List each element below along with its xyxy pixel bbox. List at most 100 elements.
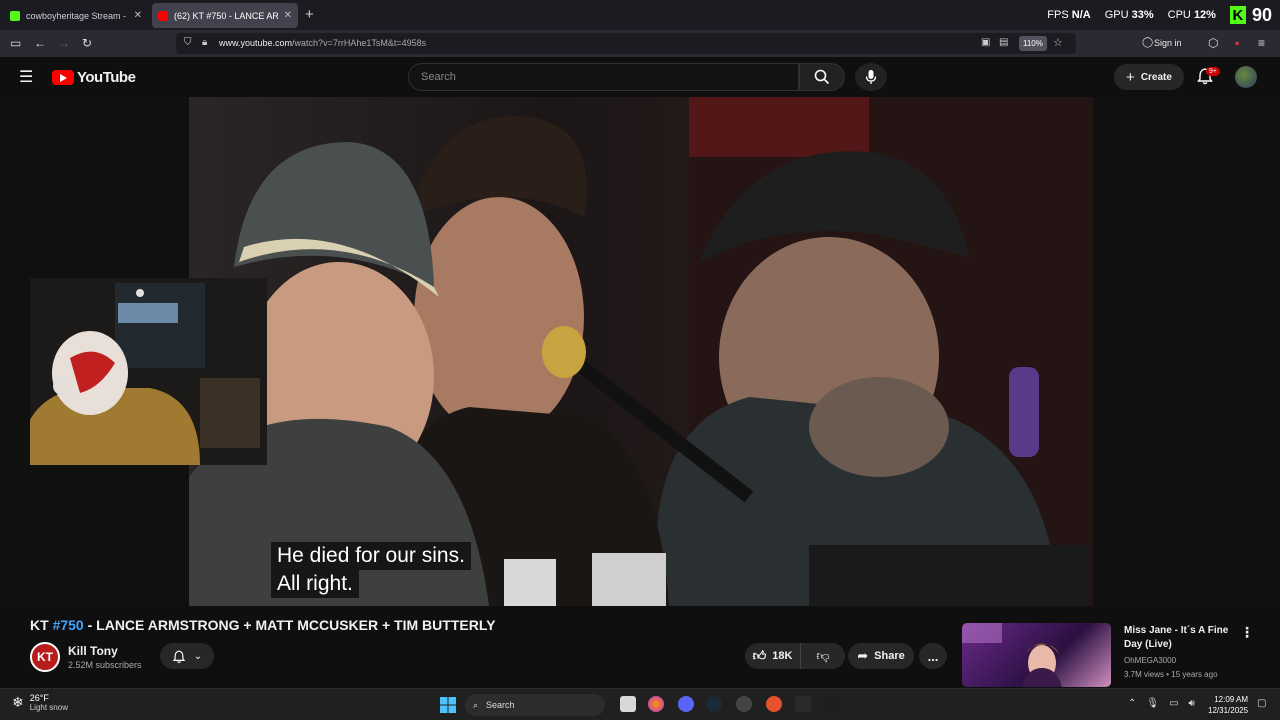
youtube-play-icon	[52, 70, 74, 85]
create-label: Create	[1140, 71, 1172, 83]
address-bar[interactable]: ⛉ 🔒︎ www.youtube.com/watch?v=7rrHAhe1TsM…	[176, 33, 1076, 54]
video-player[interactable]: He died for our sins. All right.	[0, 97, 1280, 606]
bookmark-star-icon[interactable]: ☆	[1053, 36, 1063, 49]
discord-icon[interactable]	[678, 696, 694, 712]
origin-icon[interactable]	[766, 696, 782, 712]
video-frame[interactable]	[189, 97, 1093, 606]
account-icon[interactable]: ◯	[1142, 37, 1153, 48]
dislike-button[interactable]: 👎︎	[801, 648, 845, 664]
recommended-video-thumbnail[interactable]	[962, 623, 1111, 687]
microphone-icon	[865, 70, 877, 84]
youtube-favicon-icon	[158, 10, 168, 21]
epic-games-icon[interactable]	[795, 696, 811, 712]
youtube-logo-text: YouTube	[77, 69, 136, 86]
back-arrow-icon[interactable]: ←	[34, 36, 46, 50]
channel-name[interactable]: Kill Tony	[68, 644, 118, 658]
video-captions: He died for our sins. All right.	[271, 542, 471, 598]
user-avatar[interactable]	[1235, 66, 1257, 88]
reader-view-icon[interactable]: ▤	[999, 37, 1008, 48]
recommended-more-icon[interactable]: ⋮	[1240, 624, 1254, 641]
chevron-up-icon[interactable]: ⌃	[1128, 698, 1136, 709]
like-count: 18K	[772, 650, 793, 662]
network-icon[interactable]: ▭	[1169, 698, 1178, 709]
extension-badge-icon[interactable]: ▪	[1235, 36, 1239, 50]
notifications-badge: 9+	[1206, 67, 1220, 76]
video-scene-image	[189, 97, 1093, 606]
menu-hamburger-icon[interactable]: ≡	[1258, 36, 1265, 50]
close-tab-icon[interactable]: ✕	[284, 10, 292, 21]
search-button[interactable]	[799, 63, 845, 91]
reload-icon[interactable]: ↻	[82, 36, 92, 50]
subscription-notification-button[interactable]: ⌄	[160, 643, 214, 669]
obs-icon[interactable]	[736, 696, 752, 712]
search-icon	[814, 69, 830, 85]
taskbar-search[interactable]: ⌕ Search	[465, 694, 605, 716]
performance-overlay: FPS N/A GPU 33% CPU 12% K 90	[1047, 0, 1280, 30]
snow-cloud-icon: ❄︎	[12, 694, 24, 710]
more-actions-button[interactable]: ...	[919, 643, 947, 669]
url-text: www.youtube.com/watch?v=7rrHAhe1TsM&t=49…	[219, 38, 427, 48]
chevron-down-icon: ⌄	[193, 650, 203, 662]
bell-icon	[172, 649, 186, 663]
firefox-icon[interactable]	[648, 696, 664, 712]
weather-widget[interactable]: ❄︎ 26°F Light snow	[12, 693, 68, 712]
weather-condition: Light snow	[29, 703, 68, 712]
recommended-video-channel[interactable]: OhMEGA3000	[1124, 656, 1176, 665]
clock-time: 12:09 AM	[1214, 695, 1249, 704]
like-button[interactable]: 👍︎ 18K	[745, 643, 801, 669]
video-title: KT #750 - LANCE ARMSTRONG + MATT MCCUSKE…	[30, 617, 496, 633]
share-label: Share	[874, 650, 905, 662]
thumbs-down-icon: 👎︎	[816, 648, 830, 663]
kick-counter: 90	[1251, 4, 1272, 25]
share-button[interactable]: ➦ Share	[848, 643, 914, 669]
picture-in-picture-icon[interactable]: ▣	[981, 37, 990, 48]
taskbar-clock[interactable]: 12:09 AM 12/31/2025	[1208, 694, 1248, 716]
forward-arrow-icon[interactable]: →	[58, 36, 70, 50]
extensions-icon[interactable]: ⬡	[1208, 36, 1218, 50]
channel-avatar[interactable]: KT	[30, 642, 60, 672]
volume-icon[interactable]: 🔊︎	[1189, 698, 1195, 709]
clock-date: 12/31/2025	[1208, 706, 1249, 715]
guide-menu-icon[interactable]: ☰	[19, 67, 33, 87]
episode-hashtag-link[interactable]: #750	[53, 617, 84, 633]
recommended-video-title[interactable]: Miss Jane - It´s A Fine Day (Live)	[1124, 624, 1234, 652]
system-tray: ⌃ 🎙︎ ▭ 🔊︎	[1128, 698, 1195, 709]
gpu-readout: GPU 33%	[1104, 9, 1154, 21]
webcam-image	[0, 278, 267, 465]
tab-youtube-video[interactable]: (62) KT #750 - LANCE ARMSTRONG + MATT MC…	[152, 3, 298, 28]
voice-search-button[interactable]	[855, 63, 887, 91]
tab-title: (62) KT #750 - LANCE ARMSTRONG + MATT MC…	[174, 10, 278, 21]
task-view-icon[interactable]	[620, 696, 636, 712]
new-tab-plus-icon[interactable]: +	[305, 6, 314, 23]
temperature: 26°F	[29, 693, 49, 703]
kick-favicon-icon	[10, 10, 20, 21]
search-input[interactable]: Search	[408, 63, 799, 91]
create-button[interactable]: + Create	[1114, 64, 1184, 90]
windows-start-icon[interactable]	[440, 697, 456, 713]
like-dislike-group: 👍︎ 18K 👎︎	[745, 643, 845, 669]
caption-line: All right.	[271, 570, 359, 598]
zoom-level[interactable]: 110%	[1019, 36, 1047, 51]
thumbs-up-icon: 👍︎	[752, 648, 767, 663]
youtube-header: ☰ YouTube Search + Create 9+	[0, 57, 1280, 97]
taskbar-search-label: Search	[486, 700, 515, 710]
close-tab-icon[interactable]: ✕	[134, 10, 142, 21]
plus-icon: +	[1126, 68, 1135, 86]
sign-in-button[interactable]: Sign in	[1154, 38, 1182, 48]
lock-icon[interactable]: 🔒︎	[202, 37, 207, 48]
tab-title: cowboyheritage Stream - Watch	[26, 10, 128, 21]
app-icon[interactable]	[824, 696, 840, 712]
subscriber-count: 2.52M subscribers	[68, 660, 142, 670]
search-placeholder: Search	[421, 71, 456, 83]
windows-taskbar: ❄︎ 26°F Light snow ⌕ Search ⌃ 🎙︎ ▭ 🔊︎ 12…	[0, 688, 1280, 720]
notification-center-icon[interactable]: ▢	[1257, 698, 1266, 709]
share-arrow-icon: ➦	[857, 648, 869, 663]
recommended-video-meta: 3.7M views • 15 years ago	[1124, 670, 1218, 679]
steam-icon[interactable]	[706, 696, 722, 712]
sidebar-toggle-icon[interactable]: ▭	[10, 36, 21, 50]
microphone-icon[interactable]: 🎙︎	[1146, 698, 1159, 709]
youtube-logo[interactable]: YouTube	[52, 69, 136, 86]
tab-cowboyheritage[interactable]: cowboyheritage Stream - Watch ✕	[4, 3, 148, 28]
browser-nav-bar: ▭ ← → ↻ ⛉ 🔒︎ www.youtube.com/watch?v=7rr…	[0, 30, 1280, 57]
shield-icon[interactable]: ⛉	[184, 37, 192, 48]
